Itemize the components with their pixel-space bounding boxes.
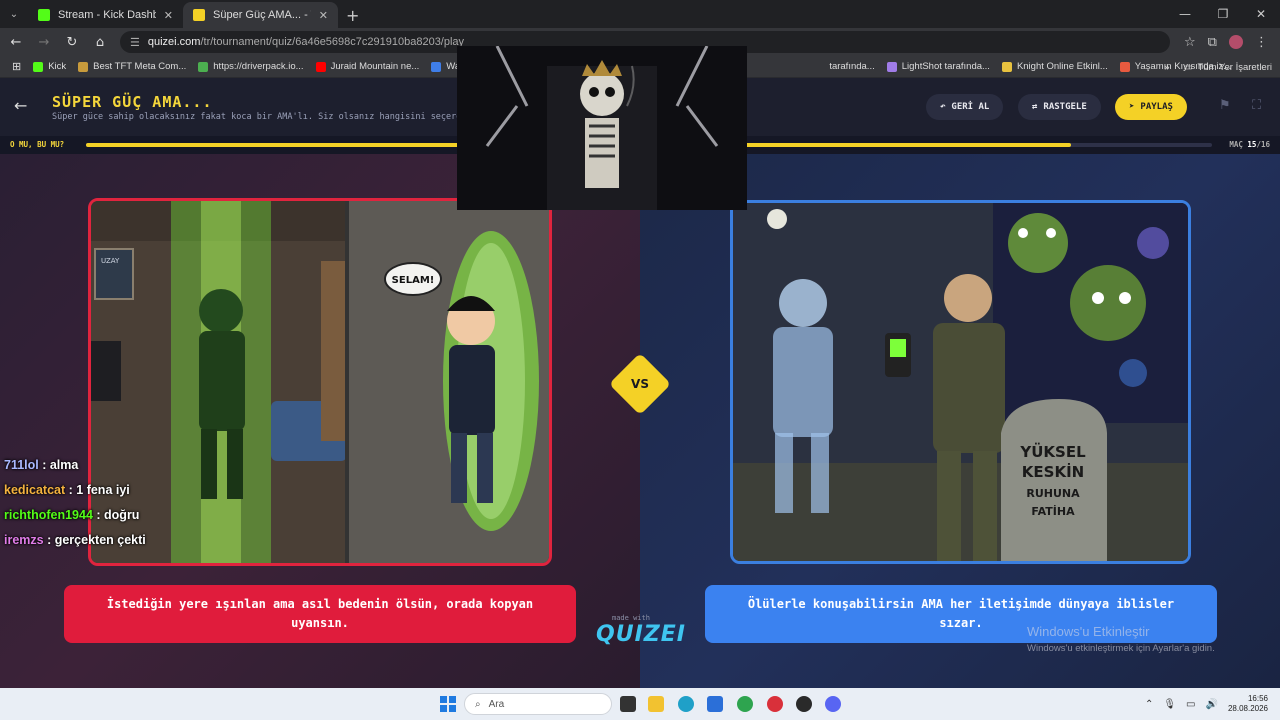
- stream-overlay-image: [457, 46, 747, 210]
- screen: ⌄ Stream - Kick Dashboard ✕ Süper Güç AM…: [0, 0, 1280, 720]
- left-choice-button[interactable]: İstediğin yere ışınlan ama asıl bedenin …: [64, 585, 576, 643]
- apps-grid-icon[interactable]: ⊞: [12, 60, 21, 73]
- discord-icon[interactable]: [825, 696, 841, 712]
- extensions-icon[interactable]: ⧉: [1208, 35, 1217, 50]
- url-host: quizei.com: [147, 36, 201, 48]
- send-icon: ➤: [1129, 102, 1135, 112]
- bookmark-star-icon[interactable]: ☆: [1184, 35, 1196, 50]
- app-red-icon[interactable]: [767, 696, 783, 712]
- left-choice-image[interactable]: UZAY SELAM!: [88, 198, 552, 566]
- grave-line: YÜKSEL: [1019, 442, 1086, 461]
- speech-bubble-text: SELAM!: [392, 275, 435, 286]
- folder-icon: ▭: [1183, 61, 1193, 73]
- site-info-icon[interactable]: ☰: [130, 36, 140, 49]
- menu-dots-icon[interactable]: ⋮: [1255, 35, 1268, 50]
- back-arrow-icon[interactable]: ←: [14, 96, 27, 115]
- quizei-logo[interactable]: QUIZEI: [596, 622, 686, 647]
- skeleton-king-illustration: [457, 46, 747, 210]
- task-view-icon[interactable]: [620, 696, 636, 712]
- url-path: /tr/tournament/quiz/6a46e5698c7c291910ba…: [200, 36, 465, 48]
- windows-taskbar: ⌕ Ara ⌃ 🎙 ▭ 🔊 16:56 28.08.2026: [0, 688, 1280, 720]
- network-icon[interactable]: ▭: [1186, 699, 1195, 710]
- all-bookmarks-folder[interactable]: ▭ Tüm Yer İşaretleri: [1184, 62, 1272, 73]
- window-controls: — ❐ ✕: [1166, 0, 1280, 28]
- undo-button[interactable]: ↶ GERİ AL: [926, 94, 1004, 120]
- tray-overflow-icon[interactable]: ⌃: [1145, 699, 1153, 710]
- new-tab-button[interactable]: +: [346, 2, 359, 28]
- volume-icon[interactable]: 🔊: [1206, 699, 1218, 710]
- windows-activation-watermark: Windows'u Etkinleştir Windows'u etkinleş…: [1027, 624, 1215, 654]
- kick-favicon-icon: [38, 9, 50, 21]
- vs-label: VS: [631, 377, 649, 391]
- browser-tab-bar: ⌄ Stream - Kick Dashboard ✕ Süper Güç AM…: [0, 0, 1280, 28]
- bookmark-item[interactable]: Juraid Mountain ne...: [315, 61, 419, 72]
- share-button[interactable]: ➤ PAYLAŞ: [1115, 94, 1187, 120]
- random-button[interactable]: ⇄ RASTGELE: [1018, 94, 1101, 120]
- microphone-icon[interactable]: 🎙: [1163, 699, 1176, 710]
- round-label: O MU, BU MU?: [10, 140, 65, 149]
- system-tray: ⌃ 🎙 ▭ 🔊 16:56 28.08.2026: [1145, 688, 1280, 720]
- poster-text: UZAY: [101, 257, 120, 265]
- bookmark-item[interactable]: LightShot tarafında...: [886, 61, 990, 72]
- forward-icon[interactable]: →: [32, 30, 56, 54]
- home-icon[interactable]: ⌂: [88, 30, 112, 54]
- stream-chat-overlay: 711lol : alma kedicatcat : 1 fena iyi ri…: [4, 458, 146, 558]
- more-bookmarks-icon[interactable]: »: [1164, 62, 1169, 73]
- chat-message: kedicatcat : 1 fena iyi: [4, 483, 130, 497]
- made-with-label: made with: [612, 614, 650, 622]
- flag-icon[interactable]: ⚑: [1219, 98, 1231, 113]
- chat-message: richthofen1944 : doğru: [4, 508, 140, 522]
- quiz-title: SÜPER GÜÇ AMA...: [52, 93, 213, 111]
- tab-kick-dashboard[interactable]: Stream - Kick Dashboard ✕: [28, 2, 183, 28]
- bookmark-item[interactable]: tarafında...: [829, 61, 874, 72]
- shuffle-icon: ⇄: [1032, 102, 1038, 112]
- clock[interactable]: 16:56 28.08.2026: [1228, 694, 1268, 715]
- search-placeholder: Ara: [488, 698, 505, 710]
- close-tab-icon[interactable]: ✕: [319, 9, 328, 22]
- right-choice-image[interactable]: YÜKSEL KESKİN RUHUNA FATİHA: [730, 200, 1191, 564]
- teleport-illustration: UZAY SELAM!: [91, 201, 549, 563]
- edge-icon[interactable]: [678, 696, 694, 712]
- windows-start-icon[interactable]: [440, 696, 456, 716]
- tab-title: Süper Güç AMA... - Tier List, Ko: [213, 9, 311, 21]
- chat-message: 711lol : alma: [4, 458, 79, 472]
- grave-line: KESKİN: [1022, 462, 1084, 481]
- file-explorer-icon[interactable]: [648, 696, 664, 712]
- restore-icon[interactable]: ❐: [1204, 0, 1242, 28]
- quiz-subtitle: Süper güce sahip olacaksınız fakat koca …: [52, 112, 477, 122]
- reload-icon[interactable]: ↻: [60, 30, 84, 54]
- tab-search-icon[interactable]: ⌄: [0, 0, 28, 28]
- tab-quizei[interactable]: Süper Güç AMA... - Tier List, Ko ✕: [183, 2, 338, 28]
- grave-line: FATİHA: [1031, 504, 1075, 518]
- chrome-icon[interactable]: [737, 696, 753, 712]
- search-icon: ⌕: [475, 698, 481, 710]
- ghost-illustration: YÜKSEL KESKİN RUHUNA FATİHA: [733, 203, 1188, 561]
- undo-icon: ↶: [940, 102, 946, 112]
- obs-icon[interactable]: [796, 696, 812, 712]
- close-window-icon[interactable]: ✕: [1242, 0, 1280, 28]
- taskbar-search[interactable]: ⌕ Ara: [464, 693, 612, 715]
- bookmark-item[interactable]: Best TFT Meta Com...: [78, 61, 186, 72]
- quizei-favicon-icon: [193, 9, 205, 21]
- profile-avatar[interactable]: [1228, 35, 1243, 49]
- bookmark-item[interactable]: https://driverpack.io...: [198, 61, 304, 72]
- close-tab-icon[interactable]: ✕: [164, 9, 173, 22]
- store-icon[interactable]: [707, 696, 723, 712]
- chat-message: iremzs : gerçekten çekti: [4, 533, 146, 547]
- match-counter: MAÇ 15/16: [1229, 140, 1270, 149]
- back-icon[interactable]: ←: [4, 30, 28, 54]
- bookmark-item[interactable]: Knight Online Etkinl...: [1001, 61, 1108, 72]
- fullscreen-icon[interactable]: ⛶: [1252, 98, 1261, 113]
- tab-title: Stream - Kick Dashboard: [58, 9, 156, 21]
- bookmark-item[interactable]: Kick: [33, 61, 66, 72]
- grave-line: RUHUNA: [1026, 487, 1080, 500]
- minimize-icon[interactable]: —: [1166, 0, 1204, 28]
